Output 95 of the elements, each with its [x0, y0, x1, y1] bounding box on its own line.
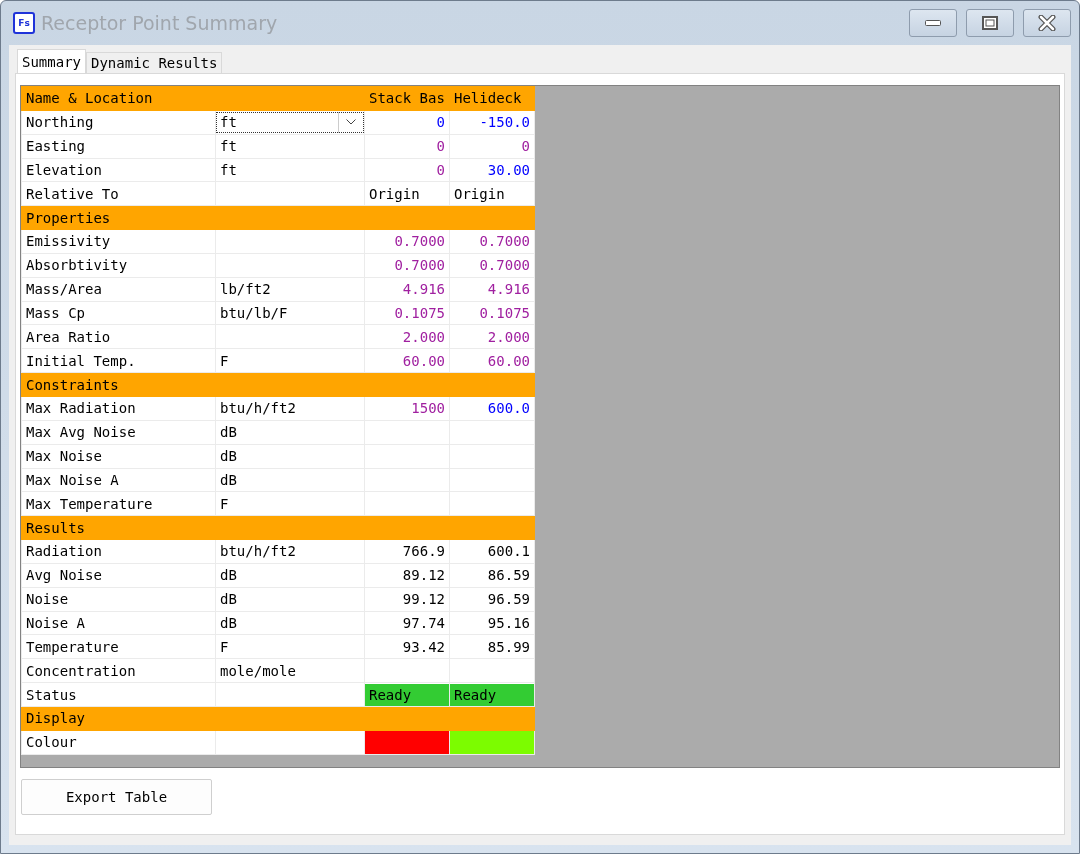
export-button[interactable]: Export Table — [21, 779, 212, 815]
close-icon — [1038, 15, 1056, 31]
unit-dropdown[interactable]: ft — [216, 111, 364, 133]
row-label: Noise A — [26, 615, 85, 631]
unit-text: dB — [220, 471, 237, 488]
row-label: Area Ratio — [26, 328, 111, 345]
unit-text: ft — [220, 161, 237, 178]
value-text: 0.1075 — [479, 305, 530, 321]
row-label: Noise — [26, 591, 69, 608]
row-label: Relative To — [26, 185, 119, 202]
row-label: Status — [26, 686, 77, 703]
value-text: 85.99 — [487, 638, 530, 655]
value-text: 95.16 — [487, 615, 530, 631]
unit-text: dB — [220, 448, 237, 465]
row-label: Colour — [26, 734, 77, 751]
value-text: 89.12 — [402, 567, 445, 584]
row-label: Northing — [26, 114, 94, 131]
row-label: Max Avg Noise — [26, 424, 136, 441]
unit-text: dB — [220, 567, 237, 584]
value-text: 2.000 — [402, 328, 445, 345]
row-label: Max Temperature — [26, 495, 153, 512]
unit-text: dB — [220, 615, 237, 631]
value-text: 2.000 — [487, 328, 530, 345]
value-text: 0.7000 — [394, 233, 445, 250]
value-text: -150.0 — [479, 114, 530, 131]
value-text: 0 — [436, 138, 445, 155]
row-label: Mass Cp — [26, 305, 85, 321]
colour-swatch[interactable] — [365, 731, 449, 754]
value-text: 96.59 — [487, 591, 530, 608]
unit-text: ft — [220, 138, 237, 155]
unit-text: btu/h/ft2 — [220, 400, 296, 417]
row-label: Max Noise A — [26, 471, 119, 488]
value-text: Origin — [454, 185, 505, 202]
row-label: Absorbtivity — [26, 257, 128, 274]
row-label: Elevation — [26, 161, 102, 178]
colour-swatch[interactable] — [450, 731, 534, 754]
section-header: Name & Location — [26, 90, 153, 107]
value-text: 766.9 — [402, 543, 445, 560]
value-text: Origin — [369, 185, 420, 202]
value-text: 4.916 — [487, 281, 530, 298]
value-text: 93.42 — [402, 638, 445, 655]
unit-text: btu/h/ft2 — [220, 543, 296, 560]
section-header: Constraints — [26, 376, 119, 393]
row-label: Easting — [26, 138, 85, 155]
section-header: Results — [26, 519, 85, 536]
value-text: 0.7000 — [479, 233, 530, 250]
unit-text: dB — [220, 424, 237, 441]
value-text: 0 — [436, 114, 445, 131]
value-text: 600.0 — [487, 400, 530, 417]
maximize-icon — [982, 16, 998, 30]
value-text: 97.74 — [402, 615, 445, 631]
row-label: Max Noise — [26, 448, 102, 465]
close-button[interactable] — [1023, 9, 1071, 37]
unit-text: F — [220, 352, 229, 369]
row-label: Concentration — [26, 662, 136, 679]
maximize-button[interactable] — [966, 9, 1014, 37]
tab[interactable]: Summary — [17, 49, 86, 73]
row-label: Avg Noise — [26, 567, 102, 584]
unit-text: btu/lb/F — [220, 305, 288, 321]
value-text: 0 — [436, 161, 445, 178]
tab[interactable]: Dynamic Results — [86, 52, 223, 73]
row-label: Temperature — [26, 638, 119, 655]
row-label: Radiation — [26, 543, 102, 560]
unit-text: dB — [220, 591, 237, 608]
value-text: 600.1 — [487, 543, 530, 560]
unit-text: F — [220, 638, 229, 655]
value-text: 60.00 — [487, 352, 530, 369]
app-icon: Fs — [13, 12, 35, 34]
value-text: 0.7000 — [479, 257, 530, 274]
row-label: Mass/Area — [26, 281, 102, 298]
value-text: 30.00 — [487, 161, 530, 178]
minimize-icon — [925, 20, 941, 26]
window-title: Receptor Point Summary — [41, 12, 279, 34]
row-label: Initial Temp. — [26, 352, 136, 369]
section-header: Properties — [26, 209, 111, 226]
value-text: 0.1075 — [394, 305, 445, 321]
unit-text: mole/mole — [220, 662, 296, 679]
row-label: Max Radiation — [26, 400, 136, 417]
row-label: Emissivity — [26, 233, 111, 250]
column-header: Stack Bas — [369, 90, 445, 107]
column-header: Helideck — [454, 90, 522, 107]
section-header: Display — [26, 710, 85, 727]
value-text: 4.916 — [402, 281, 445, 298]
value-text: 1500 — [411, 400, 445, 417]
unit-text: F — [220, 495, 229, 512]
status-cell: Ready — [450, 683, 534, 706]
value-text: 99.12 — [402, 591, 445, 608]
chevron-down-icon — [346, 119, 356, 126]
value-text: 86.59 — [487, 567, 530, 584]
value-text: 0.7000 — [394, 257, 445, 274]
value-text: 0 — [521, 138, 530, 155]
value-text: 60.00 — [402, 352, 445, 369]
minimize-button[interactable] — [909, 9, 957, 37]
status-cell: Ready — [365, 683, 449, 706]
unit-text: lb/ft2 — [220, 281, 271, 298]
